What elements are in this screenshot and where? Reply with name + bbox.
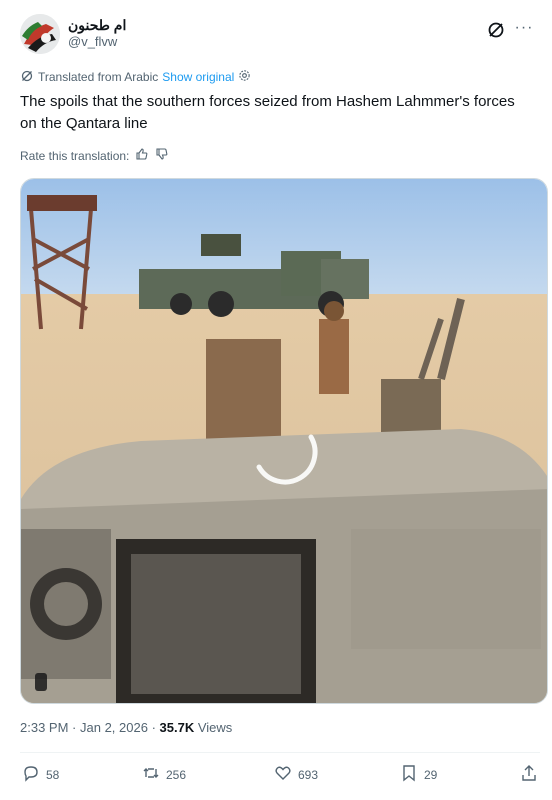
tweet-time[interactable]: 2:33 PM xyxy=(20,720,68,735)
tweet-date[interactable]: Jan 2, 2026 xyxy=(80,720,148,735)
avatar[interactable] xyxy=(20,14,60,54)
translation-notice: Translated from Arabic Show original xyxy=(20,68,251,86)
views-label: Views xyxy=(197,720,233,735)
reply-icon xyxy=(22,764,40,785)
translate-icon xyxy=(20,69,34,86)
repost-button[interactable]: 256 xyxy=(142,764,186,785)
settings-gear-icon[interactable] xyxy=(238,69,251,85)
more-options-icon[interactable]: ··· xyxy=(514,18,534,38)
share-icon xyxy=(520,764,538,785)
author-names: ام طحنون @v_flvw xyxy=(68,16,126,50)
author-display-name[interactable]: ام طحنون xyxy=(68,16,126,34)
video-frame xyxy=(21,179,547,703)
thumbs-down-icon[interactable] xyxy=(155,147,169,164)
pause-button[interactable] xyxy=(35,673,47,691)
reply-count: 58 xyxy=(46,767,60,782)
translation-label: Translated from Arabic xyxy=(38,70,159,84)
tweet-meta: 2:33 PM · Jan 2, 2026 · 35.7K Views xyxy=(20,720,232,735)
meta-separator: · xyxy=(151,720,160,735)
repost-icon xyxy=(142,764,160,785)
views-count: 35.7K xyxy=(159,720,195,735)
bookmark-button[interactable]: 29 xyxy=(400,764,437,785)
reply-button[interactable]: 58 xyxy=(22,764,59,785)
video-player[interactable] xyxy=(20,178,548,704)
bookmark-count: 29 xyxy=(424,767,438,782)
action-bar: 58 256 693 29 xyxy=(22,764,542,786)
show-original-link[interactable]: Show original xyxy=(162,70,234,84)
tweet-text: The spoils that the southern forces seiz… xyxy=(20,93,515,132)
thumbs-up-icon[interactable] xyxy=(135,147,149,164)
bookmark-icon xyxy=(400,764,418,785)
divider xyxy=(20,752,540,753)
rate-translation: Rate this translation: xyxy=(20,147,169,164)
like-count: 693 xyxy=(298,767,319,782)
author-handle[interactable]: @v_flvw xyxy=(68,34,126,50)
like-button[interactable]: 693 xyxy=(274,764,318,785)
tweet-header: ام طحنون @v_flvw ··· xyxy=(20,14,540,58)
repost-count: 256 xyxy=(166,767,187,782)
grok-icon[interactable] xyxy=(486,20,506,40)
rate-translation-label: Rate this translation: xyxy=(20,148,130,163)
share-button[interactable] xyxy=(520,764,538,785)
meta-separator: · xyxy=(72,720,80,735)
heart-icon xyxy=(274,764,292,785)
